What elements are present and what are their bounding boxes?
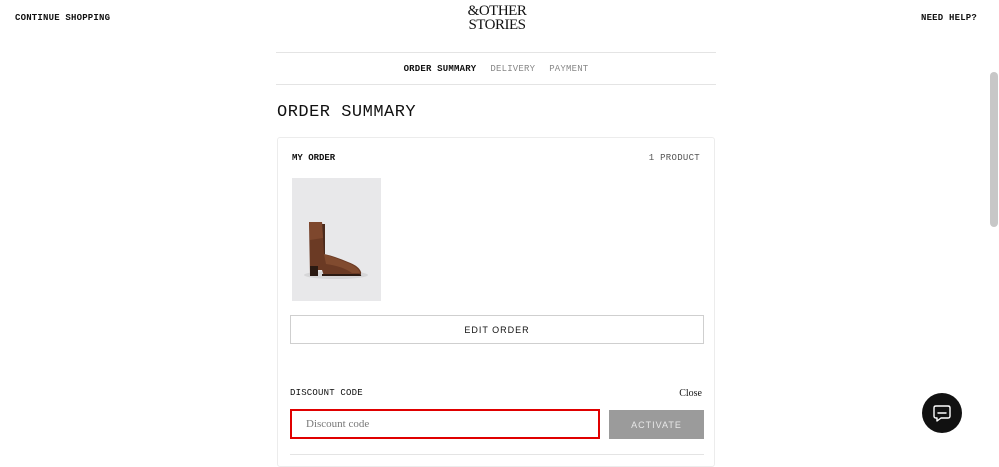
activate-button[interactable]: ACTIVATE bbox=[609, 410, 704, 439]
need-help-link[interactable]: NEED HELP? bbox=[921, 13, 977, 23]
section-divider bbox=[290, 454, 704, 455]
discount-close-link[interactable]: Close bbox=[679, 388, 702, 399]
discount-code-label: DISCOUNT CODE bbox=[290, 388, 363, 398]
discount-code-input[interactable] bbox=[290, 409, 600, 439]
step-order-summary[interactable]: ORDER SUMMARY bbox=[404, 64, 477, 74]
product-count: 1 PRODUCT bbox=[648, 153, 700, 163]
brand-logo[interactable]: &OTHER STORIES bbox=[459, 4, 535, 36]
checkout-steps: ORDER SUMMARY DELIVERY PAYMENT bbox=[276, 52, 716, 85]
ankle-boot-image bbox=[292, 178, 381, 301]
chat-bubble-icon bbox=[933, 405, 951, 422]
my-order-label: MY ORDER bbox=[292, 153, 336, 163]
page-title: ORDER SUMMARY bbox=[277, 103, 417, 122]
step-payment[interactable]: PAYMENT bbox=[549, 64, 588, 74]
order-summary-card: MY ORDER 1 PRODUCT EDIT ORDER DISCOUNT C… bbox=[277, 137, 715, 467]
top-header: CONTINUE SHOPPING &OTHER STORIES NEED HE… bbox=[0, 0, 999, 48]
edit-order-button[interactable]: EDIT ORDER bbox=[290, 315, 704, 344]
chat-button[interactable] bbox=[922, 393, 962, 433]
step-delivery[interactable]: DELIVERY bbox=[490, 64, 535, 74]
continue-shopping-link[interactable]: CONTINUE SHOPPING bbox=[15, 13, 110, 23]
product-thumbnail[interactable] bbox=[292, 178, 381, 301]
page-scrollbar[interactable] bbox=[990, 72, 998, 227]
logo-line-2: STORIES bbox=[468, 17, 526, 33]
logo-line-1: &OTHER bbox=[467, 3, 527, 19]
